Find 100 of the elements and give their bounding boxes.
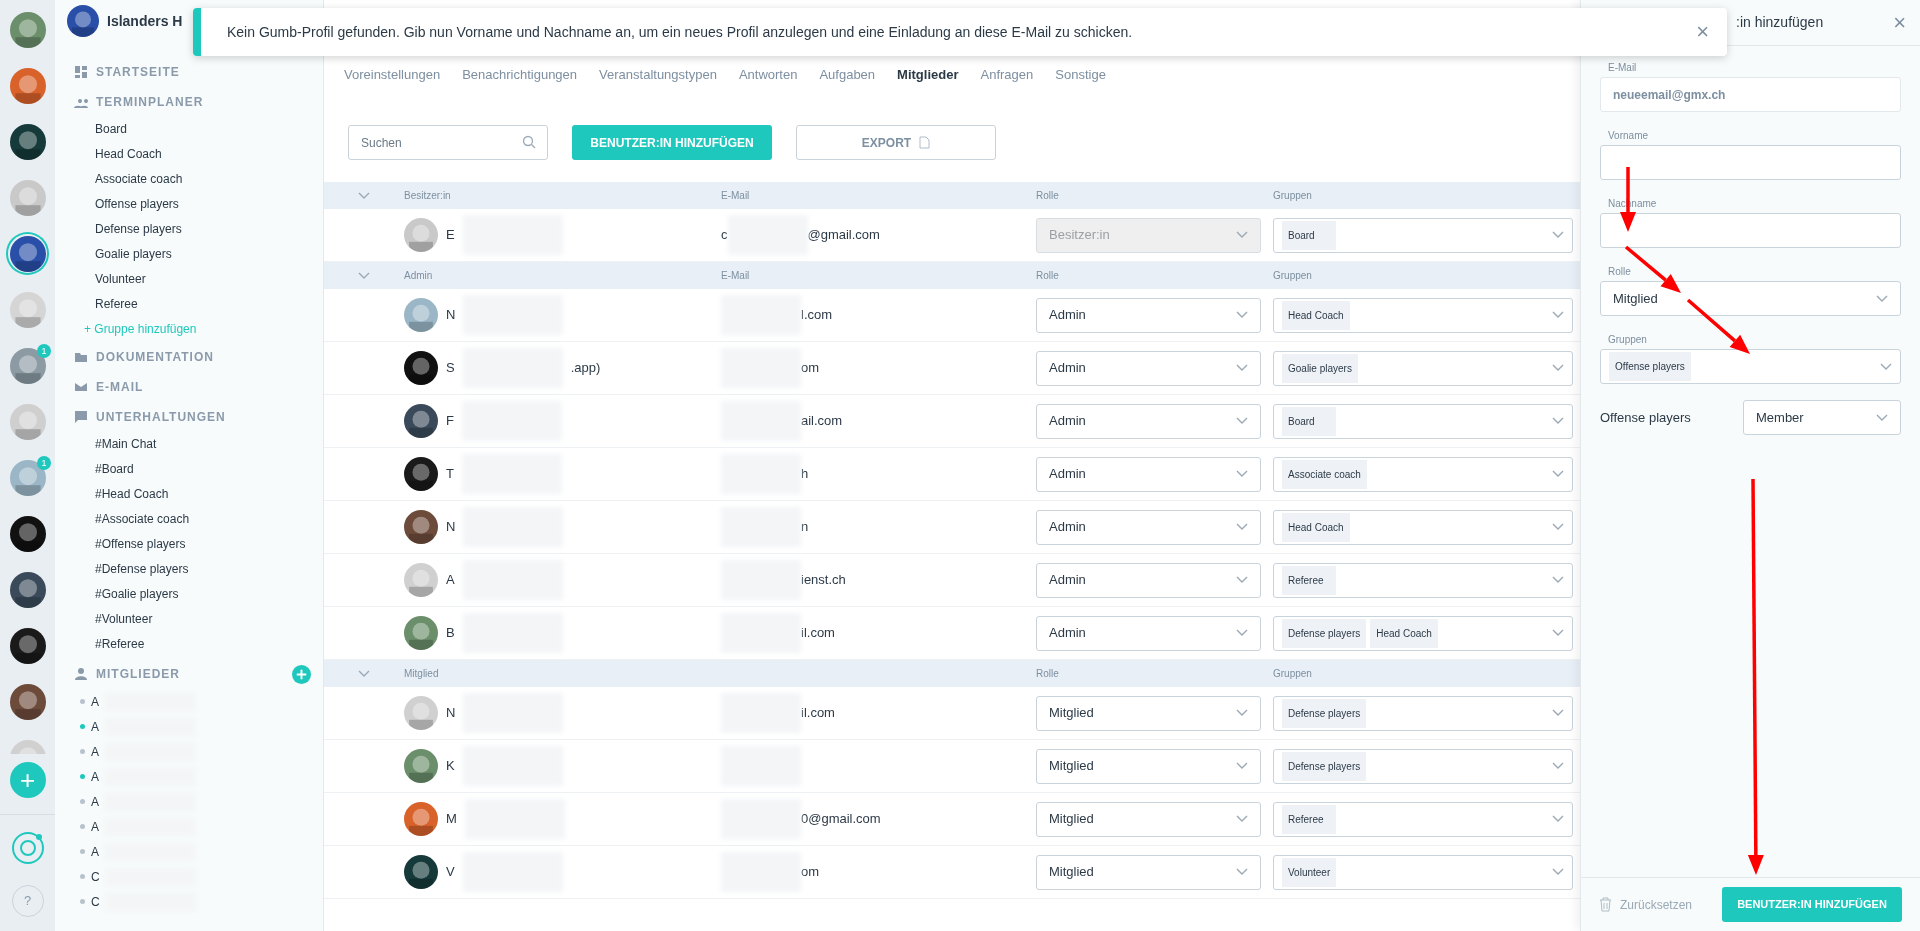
chevron-down-icon — [1552, 762, 1564, 770]
groups-select[interactable]: Volunteer — [1273, 854, 1573, 890]
member-name[interactable]: A — [91, 692, 99, 711]
groups-select[interactable]: Defense players — [1273, 695, 1573, 731]
group-chip: Offense players — [1609, 352, 1691, 381]
tab[interactable]: Sonstige — [1055, 65, 1106, 85]
sidebar-item[interactable]: #Referee — [95, 632, 323, 657]
member-name[interactable]: A — [91, 817, 99, 836]
role-select[interactable]: Mitglied — [1036, 801, 1261, 837]
groups-select[interactable]: Associate coach — [1273, 456, 1573, 492]
panel-title: :in hinzufügen — [1736, 13, 1824, 32]
column-header: E-Mail — [721, 269, 751, 283]
groups-select[interactable]: Referee — [1273, 562, 1573, 598]
column-header: Mitglied — [404, 667, 440, 681]
search-field[interactable]: Suchen — [348, 125, 548, 160]
groups-select[interactable]: Goalie players — [1273, 350, 1573, 386]
first-name-field[interactable] — [1600, 145, 1901, 180]
chevron-down-icon — [1876, 413, 1888, 422]
sidebar-item[interactable]: Goalie players — [95, 242, 323, 267]
column-header: Admin — [404, 269, 434, 283]
member-name[interactable]: A — [91, 792, 99, 811]
groups-select[interactable]: Defense players Head Coach — [1273, 615, 1573, 651]
chevron-down-icon — [1236, 762, 1248, 770]
group-chip: Head Coach — [1282, 512, 1350, 542]
sidebar-item[interactable]: #Main Chat — [95, 432, 323, 457]
sidebar-item[interactable]: #Head Coach — [95, 482, 323, 507]
chevron-down-icon — [1552, 364, 1564, 372]
target-icon[interactable] — [10, 831, 45, 865]
tab[interactable]: Voreinstellungen — [344, 65, 441, 85]
role-select[interactable]: Mitglied — [1036, 748, 1261, 784]
member-name[interactable]: C — [91, 892, 100, 911]
sidebar-item[interactable]: #Associate coach — [95, 507, 323, 532]
chevron-down-icon — [1236, 231, 1248, 239]
chevron-down-icon — [1236, 311, 1248, 319]
sidebar-item[interactable]: Volunteer — [95, 267, 323, 292]
member-name[interactable]: C — [91, 867, 100, 886]
groups-select[interactable]: Head Coach — [1273, 509, 1573, 545]
role-select[interactable]: Member — [1743, 400, 1901, 435]
groups-select[interactable]: Offense players — [1600, 349, 1901, 384]
sidebar-item[interactable]: Offense players — [95, 192, 323, 217]
sidebar-item[interactable]: #Volunteer — [95, 607, 323, 632]
member-name[interactable]: A — [91, 767, 99, 786]
sidebar-item[interactable]: #Defense players — [95, 557, 323, 582]
toast-message: Kein Gumb-Profil gefunden. Gib nun Vorname und Nachname an, um ein neues Profil anzulegen und eine Einladung an diese E-Mail zu schicken. — [226, 22, 1134, 42]
role-select[interactable]: Mitglied — [1036, 854, 1261, 890]
workspace-title: Islanders H — [107, 11, 183, 31]
chevron-down-icon — [1552, 470, 1564, 478]
role-select[interactable]: Admin — [1036, 297, 1261, 333]
sidebar-item[interactable]: Defense players — [95, 217, 323, 242]
role-select[interactable]: Admin — [1036, 403, 1261, 439]
member-name: A — [446, 571, 455, 590]
sidebar-item[interactable]: Board — [95, 117, 323, 142]
sidebar-item[interactable]: #Goalie players — [95, 582, 323, 607]
sidebar-item[interactable]: Associate coach — [95, 167, 323, 192]
member-name: K — [446, 757, 455, 776]
last-name-field[interactable] — [1600, 213, 1901, 248]
sidebar-item[interactable]: #Offense players — [95, 532, 323, 557]
add-icon[interactable] — [292, 664, 311, 684]
role-select[interactable]: Admin — [1036, 562, 1261, 598]
role-select[interactable]: Admin — [1036, 615, 1261, 651]
group-chip: Goalie players — [1282, 353, 1358, 383]
member-email: om — [801, 863, 820, 882]
member-name: N — [446, 306, 456, 325]
role-select[interactable]: Admin — [1036, 350, 1261, 386]
role-select[interactable]: Mitglied — [1036, 695, 1261, 731]
trash-icon[interactable] — [1599, 897, 1612, 912]
sidebar-item[interactable]: Referee — [95, 292, 323, 317]
server-item[interactable] — [8, 234, 47, 273]
chevron-down-icon — [1236, 417, 1248, 425]
envelope-icon — [74, 380, 88, 394]
toast-accent-bar — [193, 8, 201, 56]
notification-badge: 1 — [37, 344, 51, 358]
role-select[interactable]: Mitglied — [1600, 281, 1901, 316]
field-label: E-Mail — [1607, 61, 1638, 75]
annotation-arrow — [1686, 298, 1750, 354]
role-select[interactable]: Admin — [1036, 509, 1261, 545]
member-name: N — [446, 518, 456, 537]
groups-select[interactable]: Referee — [1273, 801, 1573, 837]
tab[interactable]: Anfragen — [980, 65, 1034, 85]
member-name: B — [446, 624, 455, 643]
member-email: l.com — [801, 306, 833, 325]
tab[interactable]: Mitglieder — [897, 65, 959, 85]
groups-select[interactable]: Defense players — [1273, 748, 1573, 784]
member-name: S — [446, 359, 455, 378]
groups-select[interactable]: Board — [1273, 403, 1573, 439]
chevron-down-icon — [358, 669, 370, 678]
dashboard-icon — [74, 65, 88, 79]
member-name: T — [446, 465, 454, 484]
groups-select[interactable]: Head Coach — [1273, 297, 1573, 333]
member-name[interactable]: A — [91, 742, 99, 761]
chevron-down-icon — [358, 271, 370, 280]
member-name[interactable]: A — [91, 842, 99, 861]
role-select[interactable]: Admin — [1036, 456, 1261, 492]
group-chip: Defense players — [1282, 698, 1367, 728]
member-name[interactable]: A — [91, 717, 99, 736]
tab[interactable]: Antworten — [738, 65, 798, 85]
sidebar-item[interactable]: Head Coach — [95, 142, 323, 167]
sidebar-item[interactable]: #Board — [95, 457, 323, 482]
member-email: ail.com — [801, 412, 843, 431]
column-header: Rolle — [1036, 269, 1060, 283]
